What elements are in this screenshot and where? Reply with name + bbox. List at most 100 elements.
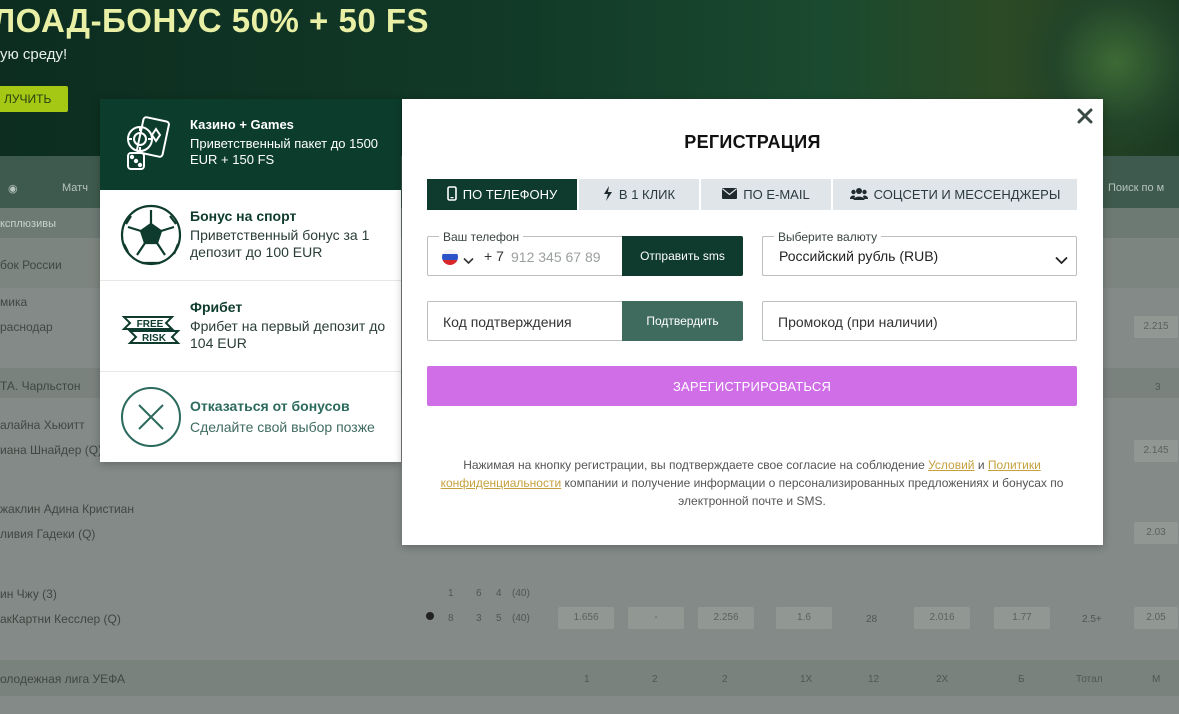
- row-label: акКартни Кесслер (Q): [0, 612, 121, 626]
- tab-social[interactable]: СОЦСЕТИ И МЕССЕНДЖЕРЫ: [833, 179, 1077, 210]
- currency-field-label: Выберите валюту: [774, 230, 882, 244]
- promo-code-input[interactable]: [778, 312, 1058, 332]
- phone-field: Ваш телефон + 7 Отправить sms: [427, 230, 743, 276]
- row-label: раснодар: [0, 320, 53, 334]
- odd-cell: 28: [866, 614, 878, 625]
- col-header: М: [1152, 674, 1161, 685]
- score-cell: (40): [512, 588, 530, 599]
- send-sms-button[interactable]: Отправить sms: [622, 236, 743, 276]
- odd-cell: 2.215: [1134, 316, 1178, 338]
- bonus-description: Приветственный пакет до 1500 EUR + 150 F…: [190, 136, 379, 167]
- score-cell: 1: [448, 588, 454, 599]
- row-label: ливия Гадеки (Q): [0, 527, 96, 541]
- registration-modal: РЕГИСТРАЦИЯ ПО ТЕЛЕФОНУ В 1 КЛИК ПО E-MA…: [402, 99, 1103, 545]
- score-cell: 3: [476, 613, 482, 624]
- legal-notice: Нажимая на кнопку регистрации, вы подтве…: [432, 456, 1072, 510]
- registration-tabs: ПО ТЕЛЕФОНУ В 1 КЛИК ПО E-MAIL СОЦСЕТИ И…: [427, 179, 1077, 210]
- svg-text:RISK: RISK: [142, 333, 167, 344]
- decline-x-icon: [120, 386, 182, 448]
- serve-dot: [426, 612, 434, 620]
- casino-chips-icon: [120, 113, 182, 175]
- score-cell: 8: [448, 613, 454, 624]
- score-cell: 4: [496, 588, 502, 599]
- row-label: алайна Хьюитт: [0, 418, 85, 432]
- col-header: 2: [722, 674, 728, 685]
- odd-cell: 2.256: [698, 607, 754, 629]
- sub-nav-label: ксплюзивы: [0, 218, 56, 230]
- odd-cell: -: [628, 607, 684, 629]
- free-risk-icon: FREE RISK: [120, 295, 182, 357]
- chevron-down-icon: [1055, 252, 1068, 270]
- score-cell: 5: [496, 613, 502, 624]
- register-button[interactable]: ЗАРЕГИСТРИРОВАТЬСЯ: [427, 366, 1077, 406]
- phone-input[interactable]: [511, 247, 621, 267]
- bonus-title: Бонус на спорт: [190, 208, 297, 224]
- col-header: 1: [584, 674, 590, 685]
- envelope-icon: [722, 187, 738, 202]
- odd-cell: 2.5+: [1082, 614, 1102, 625]
- nav-search: Поиск по м: [1108, 182, 1165, 194]
- tab-label: ПО ТЕЛЕФОНУ: [462, 187, 558, 202]
- bonus-option-sport[interactable]: Бонус на спорт Приветственный бонус за 1…: [100, 190, 401, 281]
- score-cell: (40): [512, 613, 530, 624]
- tab-label: ПО E-MAIL: [743, 187, 810, 202]
- row-label: ТА. Чарльстон: [0, 379, 81, 393]
- soccer-ball-icon: [120, 204, 182, 266]
- legal-text: компании и получение информации о персон…: [564, 476, 1064, 508]
- phone-field-label: Ваш телефон: [439, 230, 524, 244]
- tab-one-click[interactable]: В 1 КЛИК: [579, 179, 701, 210]
- bonus-title: Фрибет: [190, 299, 243, 315]
- row-label: олодежная лига УЕФА: [0, 672, 125, 686]
- col-header: Тотал: [1076, 674, 1103, 685]
- bonus-option-decline[interactable]: Отказаться от бонусов Сделайте свой выбо…: [100, 372, 401, 462]
- bonus-option-casino[interactable]: Казино + Games Приветственный пакет до 1…: [100, 99, 401, 190]
- close-icon[interactable]: [1076, 107, 1094, 125]
- banner-button: ЛУЧИТЬ: [0, 86, 68, 112]
- confirm-button[interactable]: Подтвердить: [622, 301, 743, 341]
- legal-text: Нажимая на кнопку регистрации, вы подтве…: [463, 458, 925, 472]
- bonus-description: Сделайте свой выбор позже: [190, 419, 375, 435]
- terms-link[interactable]: Условий: [928, 458, 974, 472]
- odd-cell: 3: [1155, 382, 1161, 393]
- row-label: жаклин Адина Кристиан: [0, 502, 134, 516]
- col-header: 2X: [936, 674, 949, 685]
- nav-tab-matches: Матч: [62, 182, 88, 194]
- chevron-down-icon[interactable]: [463, 252, 474, 270]
- tab-label: В 1 КЛИК: [618, 187, 676, 202]
- tab-by-phone[interactable]: ПО ТЕЛЕФОНУ: [427, 179, 579, 210]
- row-label: иана Шнайдер (Q): [0, 443, 103, 457]
- nav-icon: ◉: [8, 183, 18, 195]
- legal-text: и: [977, 458, 985, 472]
- banner-subtitle: ую среду!: [0, 46, 68, 63]
- bonus-option-freebet[interactable]: FREE RISK Фрибет Фрибет на первый депози…: [100, 281, 401, 372]
- odd-cell: 1.6: [776, 607, 832, 629]
- row-label: ин Чжу (3): [0, 587, 57, 601]
- currency-select[interactable]: Выберите валюту Российский рубль (RUB): [762, 230, 1077, 276]
- row-label: бок России: [0, 258, 62, 272]
- col-header: 12: [868, 674, 880, 685]
- banner-title: ЛОАД-БОНУС 50% + 50 FS: [0, 2, 430, 39]
- confirmation-code-input[interactable]: [443, 312, 618, 332]
- phone-icon: [446, 185, 457, 204]
- tab-email[interactable]: ПО E-MAIL: [701, 179, 833, 210]
- row-label: мика: [0, 295, 28, 309]
- russia-flag-icon[interactable]: [442, 249, 458, 265]
- col-header: Б: [1018, 674, 1025, 685]
- bonus-selection-panel: Казино + Games Приветственный пакет до 1…: [100, 99, 401, 462]
- phone-country-code: + 7: [484, 248, 504, 264]
- currency-value: Российский рубль (RUB): [779, 248, 939, 264]
- bonus-title: Отказаться от бонусов: [190, 398, 350, 414]
- bonus-description: Фрибет на первый депозит до 104 EUR: [190, 318, 386, 351]
- odd-cell: 2.016: [914, 607, 970, 629]
- odd-cell: 2.05: [1134, 607, 1178, 629]
- confirmation-code-field: Подтвердить: [427, 301, 743, 341]
- promo-code-field: [762, 301, 1077, 341]
- bonus-title: Казино + Games: [190, 117, 294, 132]
- bonus-description: Приветственный бонус за 1 депозит до 100…: [190, 227, 370, 260]
- score-cell: 6: [476, 588, 482, 599]
- col-header: 1X: [800, 674, 813, 685]
- tab-label: СОЦСЕТИ И МЕССЕНДЖЕРЫ: [873, 187, 1061, 202]
- modal-title: РЕГИСТРАЦИЯ: [684, 132, 821, 152]
- svg-text:FREE: FREE: [137, 319, 164, 330]
- users-icon: [849, 187, 868, 203]
